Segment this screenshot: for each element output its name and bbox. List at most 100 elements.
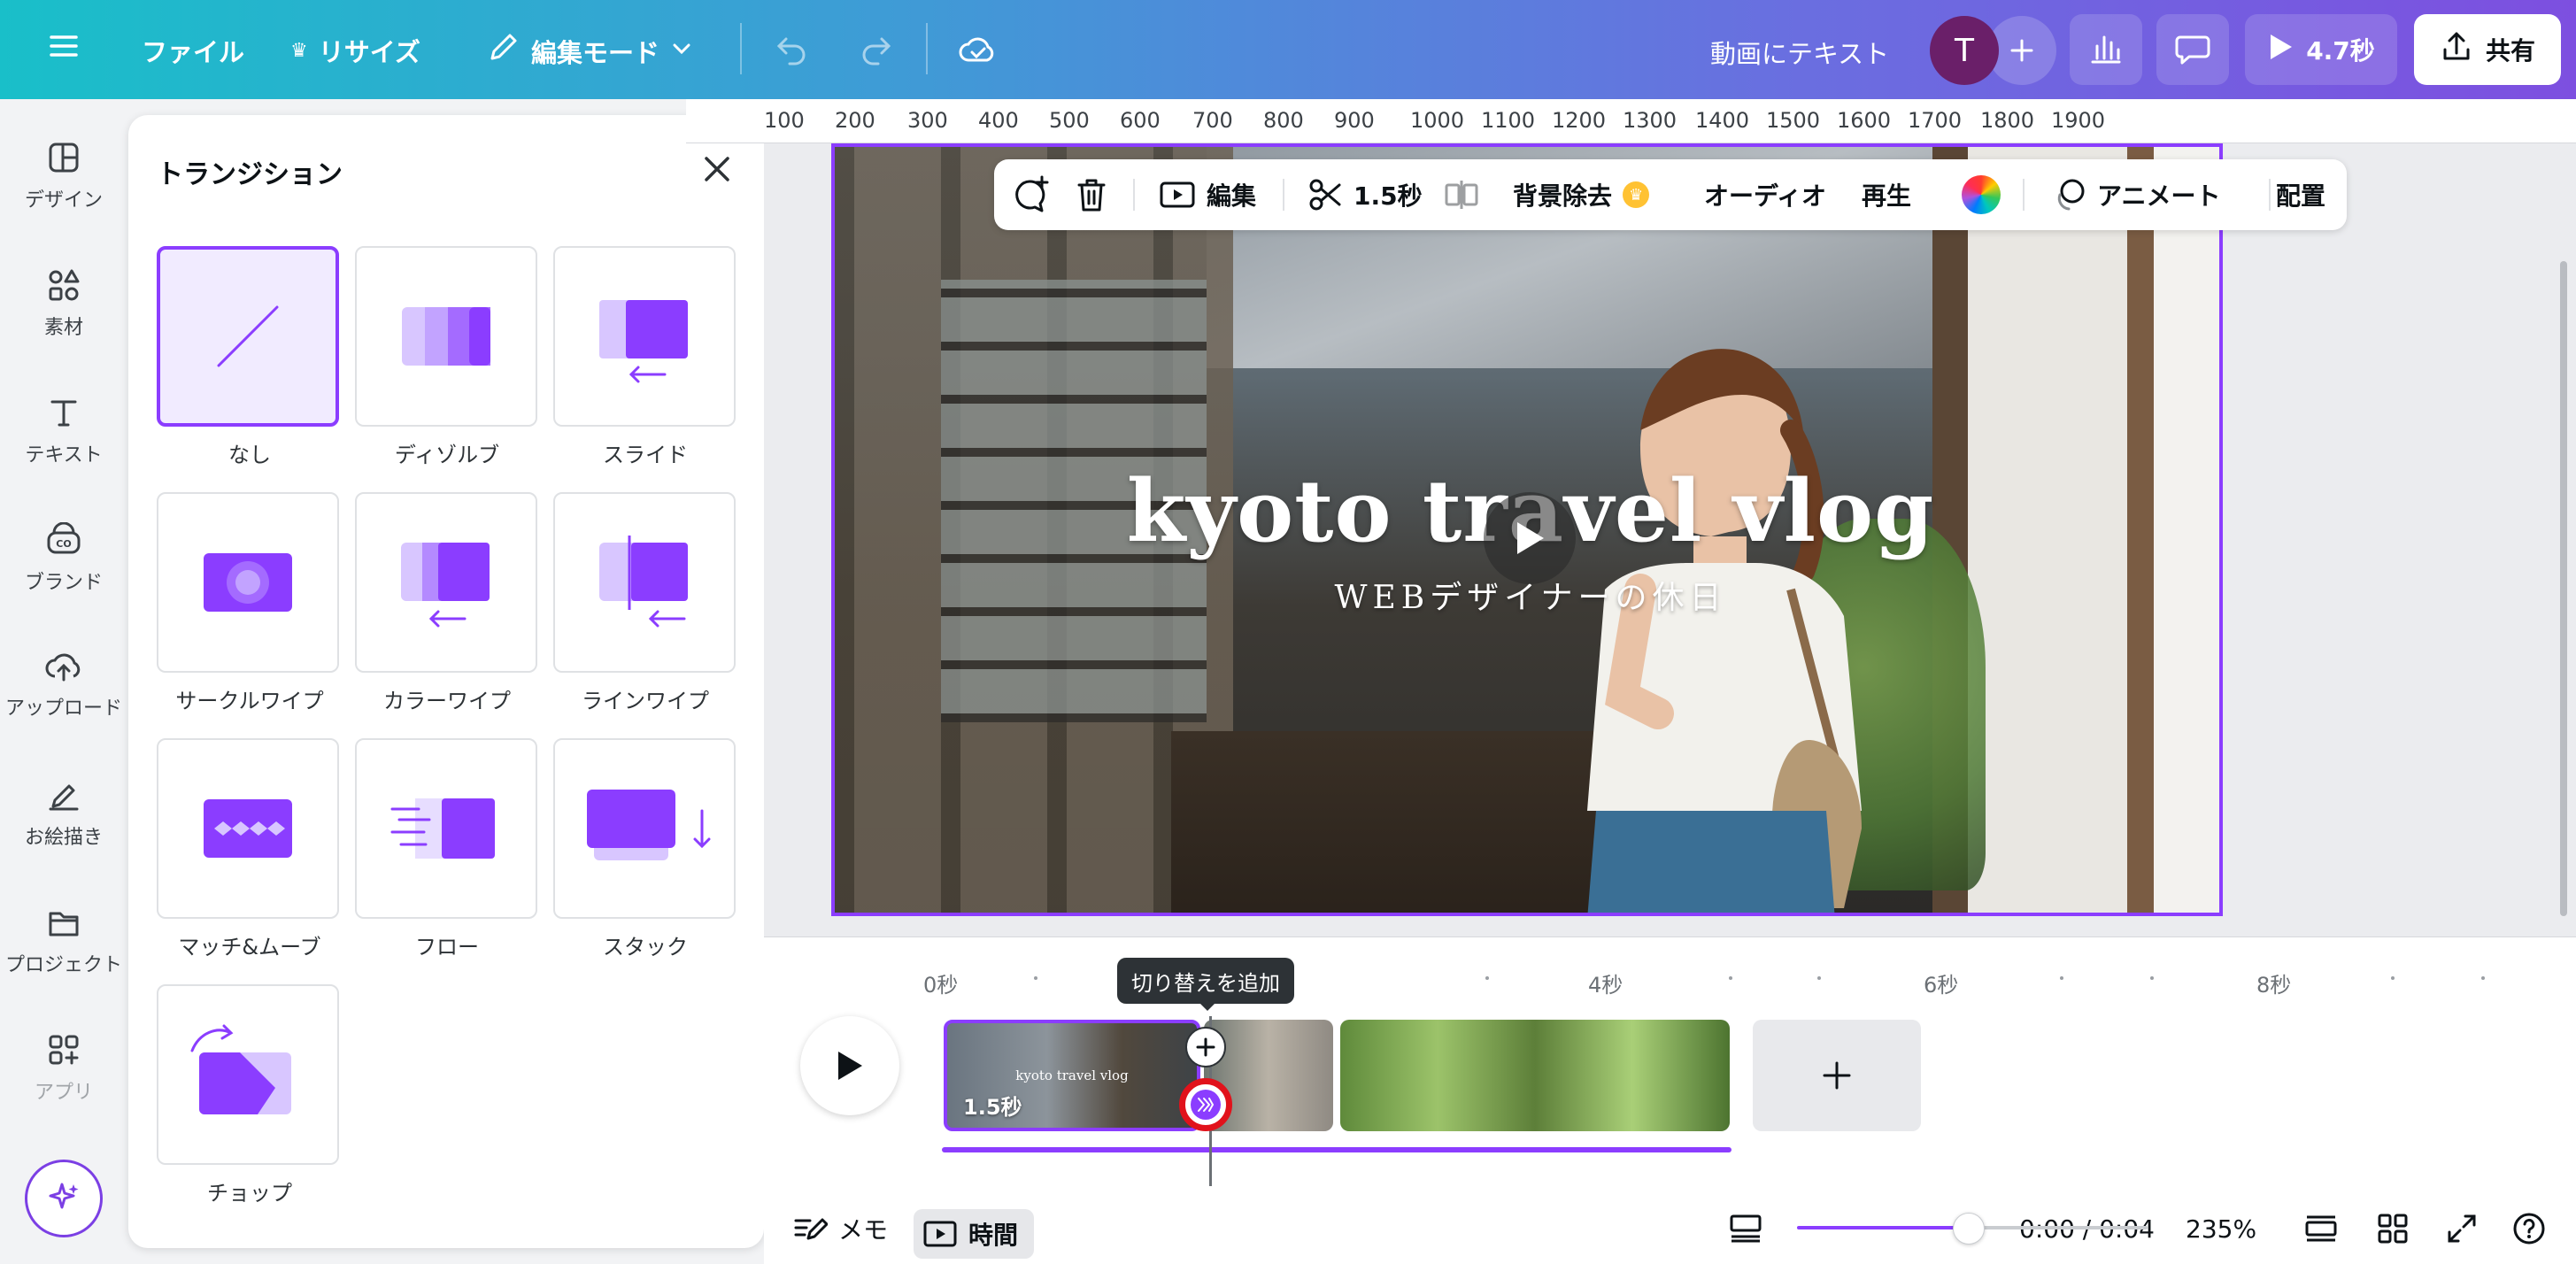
transition-label: なし xyxy=(228,443,271,467)
edit-mode-button[interactable]: 編集モード xyxy=(485,30,693,72)
fullscreen-icon[interactable] xyxy=(2446,1193,2478,1264)
transition-stack[interactable] xyxy=(553,738,736,919)
zoom-value[interactable]: 235% xyxy=(2186,1193,2256,1264)
dissolve-icon xyxy=(402,307,490,366)
undo-icon[interactable] xyxy=(774,32,811,67)
vertical-scrollbar[interactable] xyxy=(2560,261,2567,916)
flow-icon xyxy=(390,798,495,859)
cloud-saved-icon[interactable] xyxy=(956,30,999,69)
close-icon[interactable] xyxy=(697,149,737,189)
transition-label: ディゾルブ xyxy=(394,443,500,467)
match-move-icon xyxy=(204,799,292,858)
timeline-clip-3[interactable] xyxy=(1340,1020,1730,1131)
sidebar-item-apps[interactable]: アプリ xyxy=(0,1032,127,1105)
sidebar-item-label: テキスト xyxy=(25,444,103,466)
sidebar-item-elements[interactable]: 素材 xyxy=(0,267,127,340)
share-button[interactable]: 共有 xyxy=(2414,14,2561,85)
sidebar-item-design[interactable]: デザイン xyxy=(0,140,127,212)
split-button[interactable] xyxy=(1444,159,1479,230)
timeline-view-icon[interactable] xyxy=(1729,1193,1762,1264)
animate-button[interactable]: アニメート xyxy=(2051,159,2220,230)
draw-icon xyxy=(49,784,79,811)
insights-button[interactable] xyxy=(2070,14,2142,85)
video-frame[interactable]: kyoto travel vlog WEBデザイナーの休日 xyxy=(831,143,2223,916)
background-remover-button[interactable]: 背景除去 ♛ xyxy=(1513,159,1650,230)
timeline-play-button[interactable] xyxy=(800,1016,899,1115)
video-scene-person xyxy=(1587,349,1862,913)
slide-icon xyxy=(599,300,688,383)
help-icon[interactable] xyxy=(2511,1193,2547,1264)
plus-icon xyxy=(1823,1061,1851,1090)
transition-color-wipe[interactable] xyxy=(355,492,537,673)
timer-button[interactable]: 時間 xyxy=(914,1209,1034,1259)
transition-match-move[interactable] xyxy=(157,738,339,919)
resize-button[interactable]: ♛ リサイズ xyxy=(290,32,420,69)
playback-button[interactable]: 再生 xyxy=(1862,159,1911,230)
document-title[interactable]: 動画にテキスト xyxy=(1710,34,1889,71)
share-icon xyxy=(2440,30,2473,70)
trash-icon xyxy=(1077,179,1106,212)
file-menu-button[interactable]: ファイル xyxy=(142,32,244,69)
sidebar-item-text[interactable]: テキスト xyxy=(0,395,127,467)
ruler-label: 500 xyxy=(1049,108,1090,133)
avatar[interactable]: T xyxy=(1930,16,1999,85)
notes-icon xyxy=(794,1218,828,1240)
add-transition-button[interactable] xyxy=(1179,1078,1232,1131)
transition-chop[interactable] xyxy=(157,984,339,1165)
transition-circle-wipe[interactable] xyxy=(157,492,339,673)
animate-label: アニメート xyxy=(2097,181,2221,211)
add-clip-button[interactable] xyxy=(1753,1020,1921,1131)
audio-button[interactable]: オーディオ xyxy=(1704,159,1826,230)
grid-view-icon[interactable] xyxy=(2377,1193,2409,1264)
color-picker-button[interactable] xyxy=(1962,175,2001,214)
video-icon xyxy=(1160,181,1195,208)
transition-dissolve[interactable] xyxy=(355,246,537,427)
clip-duration: 1.5秒 xyxy=(963,1095,1022,1120)
timeline-clip-1[interactable]: kyoto travel vlog 1.5秒 xyxy=(944,1020,1200,1131)
edit-video-button[interactable]: 編集 xyxy=(1159,159,1256,230)
transition-label: カラーワイプ xyxy=(383,689,511,713)
present-play-button[interactable]: 4.7秒 xyxy=(2245,14,2397,85)
menu-icon[interactable] xyxy=(48,30,80,62)
ruler-label: 1000 xyxy=(1410,108,1465,133)
transition-line-wipe[interactable] xyxy=(553,492,736,673)
timeline-tick xyxy=(1485,976,1489,980)
play-icon xyxy=(838,1052,862,1080)
delete-button[interactable] xyxy=(1074,159,1109,230)
chevron-down-icon xyxy=(670,36,693,66)
scissors-icon xyxy=(1309,179,1341,211)
comment-button[interactable] xyxy=(2156,14,2229,85)
audio-label: オーディオ xyxy=(1704,181,1827,211)
sidebar-item-brand[interactable]: CO ブランド xyxy=(0,522,127,595)
duration-label: 1.5秒 xyxy=(1354,181,1423,211)
sidebar-item-draw[interactable]: お絵描き xyxy=(0,777,127,850)
toolbar-divider xyxy=(1283,179,1284,211)
add-scene-button[interactable] xyxy=(1185,1027,1226,1067)
playback-label: 再生 xyxy=(1862,181,1912,211)
horizontal-ruler: 100 200 300 400 500 600 700 800 900 1000… xyxy=(686,99,2576,143)
zoom-slider-handle[interactable] xyxy=(1953,1213,1986,1245)
pages-view-icon[interactable] xyxy=(2304,1193,2338,1264)
video-play-button[interactable] xyxy=(1484,492,1576,584)
ruler-label: 1400 xyxy=(1695,108,1750,133)
sidebar-item-upload[interactable]: アップロード xyxy=(0,648,127,721)
arrange-button[interactable]: 配置 xyxy=(2276,159,2325,230)
add-comment-button[interactable] xyxy=(1010,159,1051,230)
sparkle-icon xyxy=(49,1183,79,1209)
line-wipe-icon xyxy=(599,536,688,628)
sidebar-item-projects[interactable]: プロジェクト xyxy=(0,905,127,977)
timeline-tick xyxy=(2060,976,2063,980)
transition-label: スライド xyxy=(603,443,688,467)
notes-button[interactable]: メモ xyxy=(792,1193,888,1264)
transition-slide[interactable] xyxy=(553,246,736,427)
redo-icon[interactable] xyxy=(857,32,894,67)
resize-label: リサイズ xyxy=(318,37,420,67)
magic-assistant-button[interactable] xyxy=(25,1160,103,1237)
ruler-label: 1500 xyxy=(1766,108,1821,133)
ruler-label: 100 xyxy=(764,108,805,133)
comment-add-icon xyxy=(1015,175,1049,212)
trim-duration-button[interactable]: 1.5秒 xyxy=(1307,159,1423,230)
transition-none[interactable] xyxy=(157,246,339,427)
transition-flow[interactable] xyxy=(355,738,537,919)
ruler-label: 700 xyxy=(1192,108,1233,133)
